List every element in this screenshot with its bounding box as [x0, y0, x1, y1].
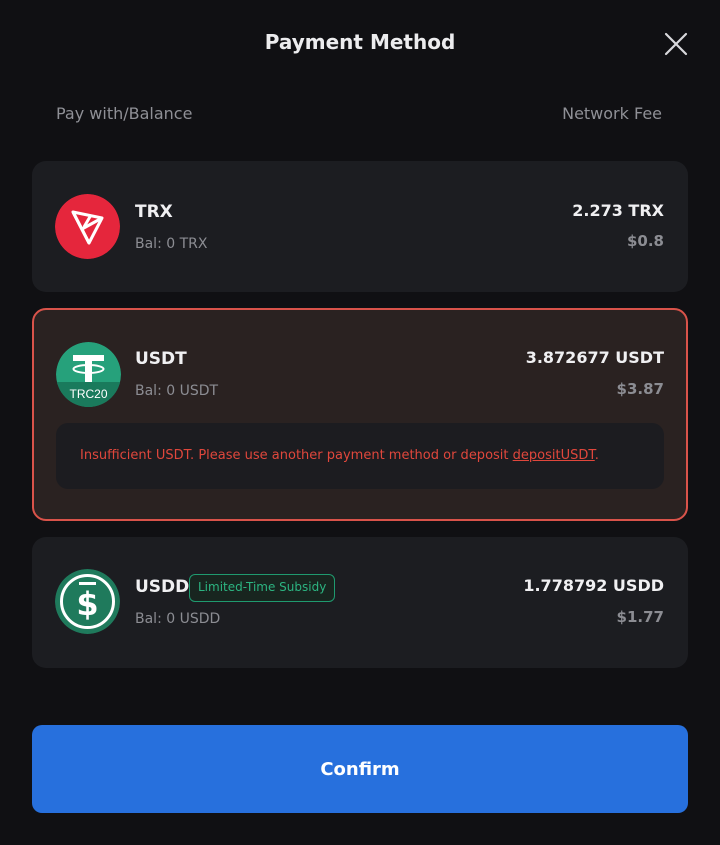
deposit-usdt-link[interactable]: depositUSDT: [513, 448, 595, 463]
network-fee: 2.273 TRX: [572, 201, 664, 220]
network-fee: 1.778792 USDD: [523, 576, 664, 595]
payment-option-usdd[interactable]: $ USDD Limited-Time Subsidy Bal: 0 USDD …: [32, 537, 688, 668]
coin-name: USDD: [135, 577, 190, 597]
network-fee-usd: $3.87: [616, 380, 664, 398]
coin-name: USDT: [135, 349, 187, 369]
insufficient-balance-warning: Insufficient USDT. Please use another pa…: [56, 423, 664, 489]
usdd-icon: $: [55, 569, 120, 634]
confirm-button[interactable]: Confirm: [32, 725, 688, 813]
coin-balance: Bal: 0 USDT: [135, 383, 219, 399]
close-icon: [664, 32, 688, 56]
payment-option-usdt[interactable]: TRC20 USDT Bal: 0 USDT 3.872677 USDT $3.…: [32, 308, 688, 521]
coin-name: TRX: [135, 202, 173, 222]
column-header-pay-with: Pay with/Balance: [56, 104, 193, 123]
warning-text: Insufficient USDT. Please use another pa…: [80, 448, 513, 463]
coin-balance: Bal: 0 TRX: [135, 236, 208, 252]
payment-method-modal: Payment Method Pay with/Balance Network …: [0, 0, 720, 845]
svg-text:$: $: [76, 585, 98, 623]
column-header-network-fee: Network Fee: [562, 104, 662, 123]
close-button[interactable]: [662, 30, 690, 58]
payment-option-trx[interactable]: TRX Bal: 0 TRX 2.273 TRX $0.8: [32, 161, 688, 292]
network-fee: 3.872677 USDT: [525, 348, 664, 367]
coin-balance: Bal: 0 USDD: [135, 611, 221, 627]
network-fee-usd: $0.8: [626, 232, 664, 250]
tron-icon: [55, 194, 120, 259]
network-fee-usd: $1.77: [616, 608, 664, 626]
warning-suffix: .: [594, 448, 599, 463]
trc20-label: TRC20: [69, 387, 107, 401]
tether-trc20-icon: TRC20: [56, 342, 121, 407]
modal-title: Payment Method: [264, 30, 456, 54]
limited-time-subsidy-badge: Limited-Time Subsidy: [189, 574, 336, 602]
